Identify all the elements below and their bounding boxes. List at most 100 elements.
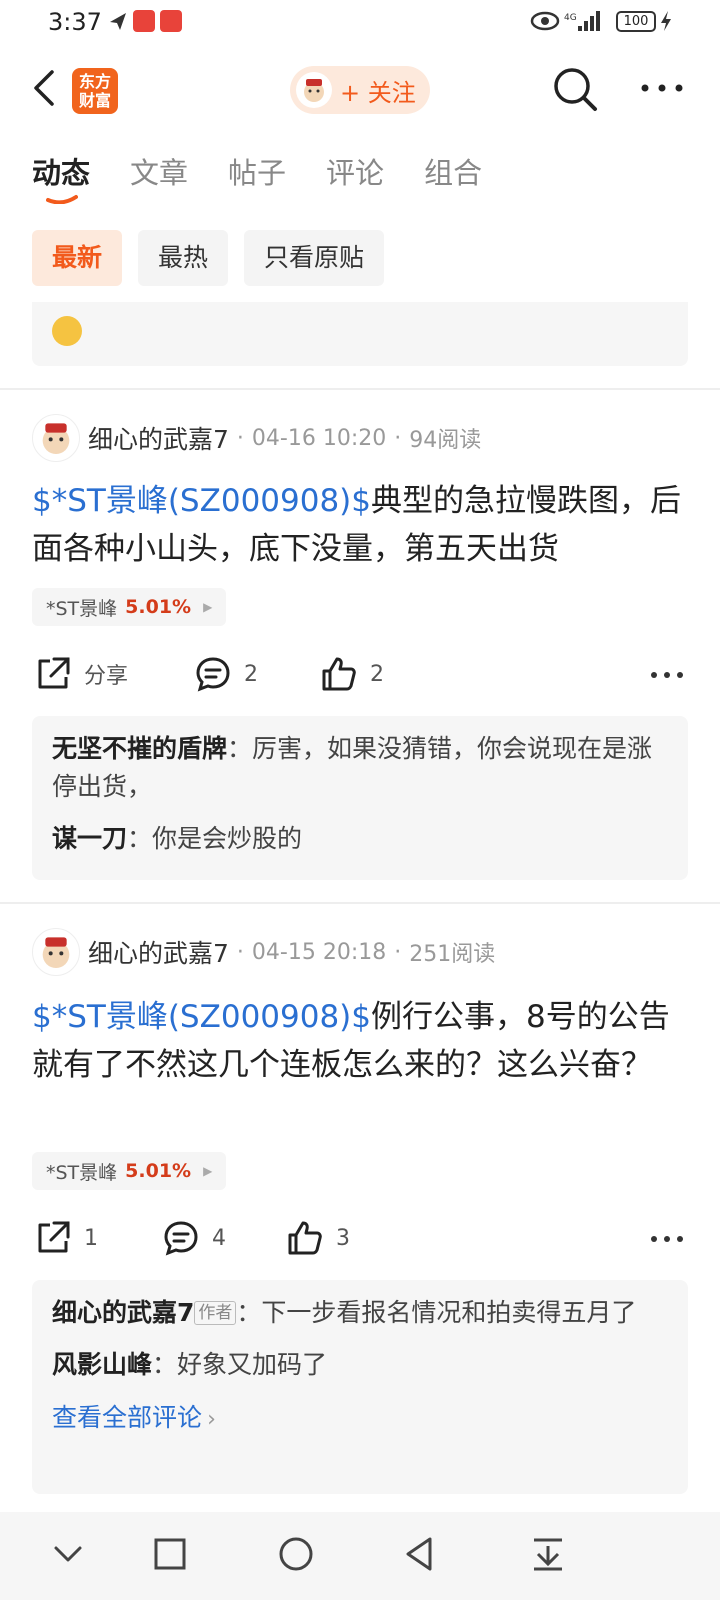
tab-portfolio[interactable]: 组合 bbox=[424, 150, 482, 210]
post-body[interactable]: $*ST景峰(SZ000908)$典型的急拉慢跌图，后面各种小山头，底下没量，第… bbox=[32, 477, 692, 573]
app-notification-icon-2 bbox=[160, 10, 182, 32]
view-all-comments-link[interactable]: 查看全部评论 › bbox=[52, 1398, 668, 1434]
author-badge: 作者 bbox=[194, 1301, 237, 1325]
comment-separator: ： bbox=[236, 1298, 262, 1327]
author-row[interactable]: 细心的武嘉7 · 04-15 20:18 · 251阅读 bbox=[32, 928, 495, 976]
more-options-icon[interactable] bbox=[650, 1234, 684, 1244]
comment-icon bbox=[164, 1221, 198, 1256]
meta-separator: · bbox=[394, 425, 402, 451]
avatar[interactable] bbox=[32, 414, 80, 462]
stock-tag-change: 5.01% bbox=[125, 596, 192, 618]
status-bar: 3:37 4G 100 bbox=[0, 0, 720, 46]
tab-label: 组合 bbox=[424, 156, 483, 190]
tab-comments[interactable]: 评论 bbox=[326, 150, 384, 210]
meta-separator: · bbox=[236, 939, 244, 965]
comment-user[interactable]: 风影山峰 bbox=[52, 1350, 152, 1379]
system-nav-bar bbox=[0, 1512, 720, 1600]
user-avatar-icon bbox=[296, 72, 332, 108]
download-icon[interactable] bbox=[528, 1534, 568, 1574]
recent-apps-icon[interactable] bbox=[150, 1534, 190, 1574]
like-button[interactable]: 3 bbox=[286, 1214, 350, 1262]
logo-line-1: 东方 bbox=[78, 72, 111, 91]
comment-user[interactable]: 谋一刀 bbox=[52, 824, 127, 853]
post-actions: 1 4 3 bbox=[0, 1214, 720, 1262]
author-row[interactable]: 细心的武嘉7 · 04-16 10:20 · 94阅读 bbox=[32, 414, 481, 462]
filter-chips: 最新 最热 只看原贴 bbox=[32, 230, 400, 286]
chevron-right-icon: ▶ bbox=[203, 600, 213, 614]
battery-indicator: 100 bbox=[616, 11, 656, 32]
post-actions: 分享 2 2 bbox=[0, 650, 720, 698]
author-name[interactable]: 细心的武嘉7 bbox=[88, 934, 229, 970]
search-icon[interactable] bbox=[552, 66, 598, 112]
comment-button[interactable]: 2 bbox=[194, 650, 258, 698]
app-notification-icon bbox=[133, 10, 155, 32]
stock-tag[interactable]: *ST景峰 5.01% ▶ bbox=[32, 588, 227, 626]
filter-latest[interactable]: 最新 bbox=[32, 230, 123, 286]
status-time: 3:37 bbox=[48, 8, 102, 36]
post-body[interactable]: $*ST景峰(SZ000908)$例行公事，8号的公告就有了不然这几个连板怎么来… bbox=[32, 993, 692, 1089]
follow-label: + 关注 bbox=[340, 78, 416, 107]
share-label: 分享 bbox=[84, 664, 129, 689]
logo-line-2: 财富 bbox=[78, 91, 111, 110]
comment-separator: ： bbox=[127, 824, 153, 853]
comment-item: 谋一刀：你是会炒股的 bbox=[52, 820, 668, 858]
like-button[interactable]: 2 bbox=[320, 650, 384, 698]
post-time: 04-15 20:18 bbox=[251, 939, 387, 965]
send-icon bbox=[110, 13, 126, 30]
like-count: 2 bbox=[370, 661, 384, 687]
comment-user[interactable]: 无坚不摧的盾牌 bbox=[52, 734, 227, 763]
tab-label: 帖子 bbox=[228, 156, 287, 190]
meta-separator: · bbox=[236, 425, 244, 451]
like-count: 3 bbox=[336, 1225, 350, 1251]
comment-text: 你是会炒股的 bbox=[152, 824, 303, 853]
chevron-right-icon: › bbox=[207, 1407, 216, 1432]
share-button[interactable]: 分享 bbox=[34, 650, 128, 698]
read-count: 251阅读 bbox=[409, 942, 496, 967]
signal-icon: 4G bbox=[564, 11, 600, 31]
more-options-icon[interactable] bbox=[640, 78, 684, 98]
stock-link[interactable]: $*ST景峰(SZ000908)$ bbox=[32, 999, 371, 1035]
share-icon bbox=[38, 1221, 70, 1253]
home-icon[interactable] bbox=[276, 1534, 316, 1574]
stock-tag-name: *ST景峰 bbox=[46, 597, 118, 620]
comment-preview[interactable]: 无坚不摧的盾牌：厉害，如果没猜错，你会说现在是涨停出货， 谋一刀：你是会炒股的 bbox=[32, 716, 688, 880]
comment-text: 下一步看报名情况和拍卖得五月了 bbox=[261, 1298, 637, 1327]
share-button[interactable]: 1 bbox=[34, 1214, 98, 1262]
tab-articles[interactable]: 文章 bbox=[130, 150, 188, 210]
back-arrow-icon[interactable] bbox=[30, 68, 60, 108]
chevron-down-icon[interactable] bbox=[48, 1534, 88, 1574]
comment-item: 无坚不摧的盾牌：厉害，如果没猜错，你会说现在是涨停出货， bbox=[52, 730, 668, 806]
stock-link[interactable]: $*ST景峰(SZ000908)$ bbox=[32, 483, 371, 519]
back-icon[interactable] bbox=[400, 1534, 440, 1574]
svg-text:4G: 4G bbox=[564, 13, 577, 23]
app-logo: 东方 财富 bbox=[72, 68, 118, 114]
comment-preview[interactable]: 细心的武嘉7 作者 ：下一步看报名情况和拍卖得五月了 风影山峰：好象又加码了 查看全… bbox=[32, 1280, 688, 1494]
filter-original-only[interactable]: 只看原贴 bbox=[244, 230, 385, 286]
comment-count: 4 bbox=[212, 1225, 226, 1251]
comment-count: 2 bbox=[244, 661, 258, 687]
thumbs-up-icon bbox=[322, 657, 356, 691]
comment-item: 风影山峰：好象又加码了 bbox=[52, 1346, 668, 1384]
tab-dynamics[interactable]: 动态 bbox=[32, 150, 90, 210]
more-options-icon[interactable] bbox=[650, 670, 684, 680]
avatar[interactable] bbox=[32, 928, 80, 976]
chevron-right-icon: ▶ bbox=[203, 1164, 213, 1178]
comment-separator: ： bbox=[227, 734, 253, 763]
read-count: 94阅读 bbox=[409, 428, 482, 453]
stock-tag[interactable]: *ST景峰 5.01% ▶ bbox=[32, 1152, 227, 1190]
comment-icon bbox=[196, 657, 230, 692]
share-count: 1 bbox=[84, 1225, 98, 1251]
comment-user[interactable]: 细心的武嘉7 bbox=[52, 1298, 194, 1327]
filter-hottest[interactable]: 最热 bbox=[138, 230, 229, 286]
author-name[interactable]: 细心的武嘉7 bbox=[88, 420, 229, 456]
follow-button[interactable]: + 关注 bbox=[290, 66, 430, 114]
post-time: 04-16 10:20 bbox=[251, 425, 387, 451]
top-nav: 东方 财富 + 关注 bbox=[0, 56, 720, 126]
laughing-emoji-icon bbox=[52, 316, 82, 346]
tab-posts[interactable]: 帖子 bbox=[228, 150, 286, 210]
view-all-label: 查看全部评论 bbox=[52, 1403, 203, 1432]
tab-label: 动态 bbox=[32, 156, 91, 190]
stock-tag-name: *ST景峰 bbox=[46, 1161, 118, 1184]
comment-button[interactable]: 4 bbox=[162, 1214, 226, 1262]
previous-comments-box bbox=[32, 302, 688, 366]
